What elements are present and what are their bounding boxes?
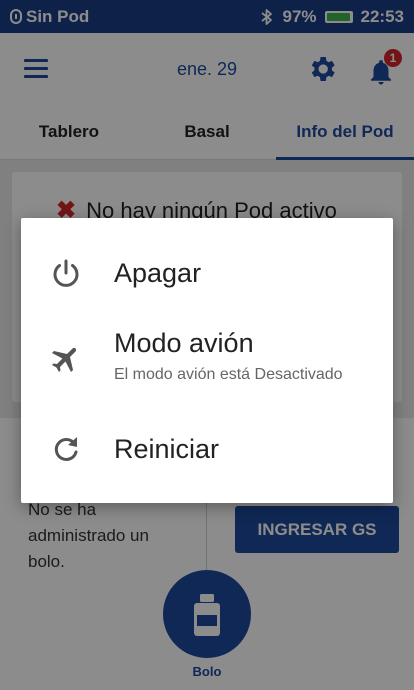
airplane-mode-label: Modo avión <box>114 328 254 358</box>
airplane-mode-option[interactable]: Modo avión El modo avión está Desactivad… <box>21 318 393 398</box>
airplane-mode-status: El modo avión está Desactivado <box>114 366 343 383</box>
restart-label: Reiniciar <box>114 434 220 464</box>
power-off-label: Apagar <box>114 258 202 288</box>
power-icon <box>53 259 79 287</box>
restart-icon <box>54 437 78 461</box>
power-options-dialog: Apagar Modo avión El modo avión está Des… <box>21 218 393 503</box>
airplane-icon <box>51 347 77 373</box>
restart-option[interactable]: Reiniciar <box>21 414 393 484</box>
power-off-option[interactable]: Apagar <box>21 238 393 308</box>
